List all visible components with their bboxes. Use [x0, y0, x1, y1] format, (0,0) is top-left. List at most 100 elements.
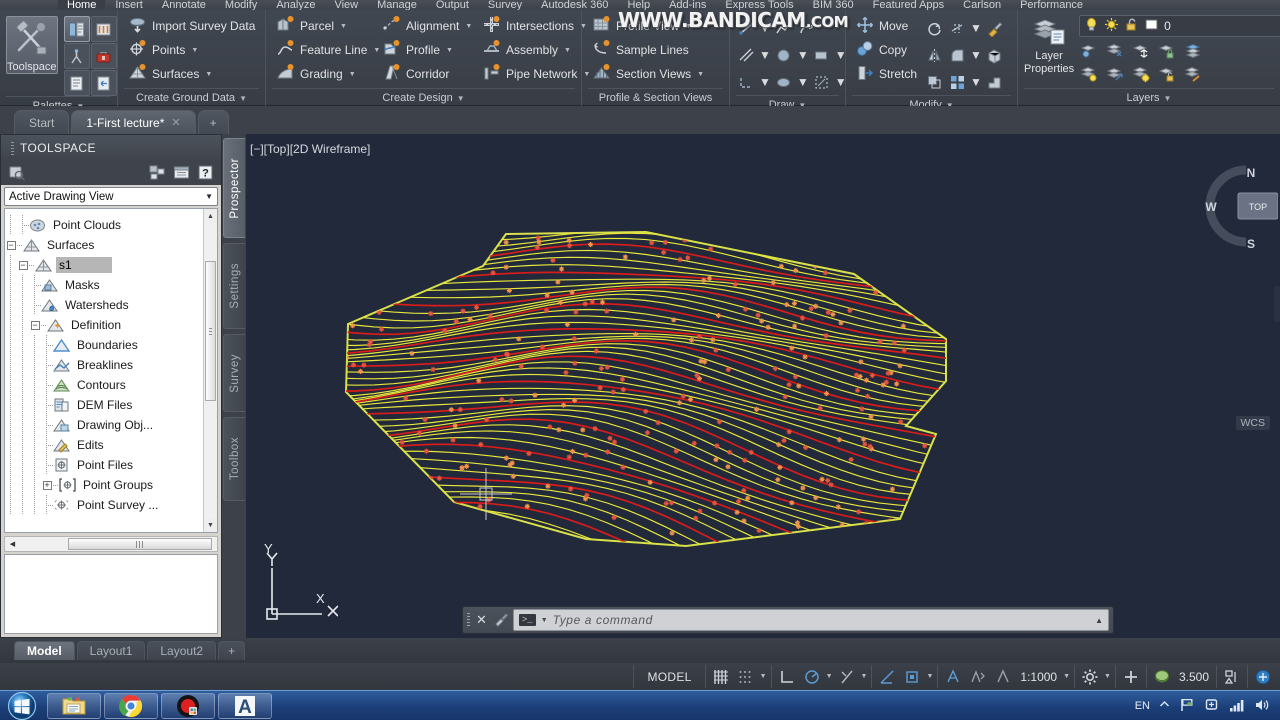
ortho-mode-icon[interactable]	[776, 666, 798, 687]
chevron-down-icon[interactable]: ▼	[835, 48, 847, 62]
toolspace-item-view-button[interactable]	[171, 164, 191, 183]
modify-row-1[interactable]: ▼	[924, 15, 1005, 41]
mirror-icon[interactable]	[924, 45, 944, 65]
grid-display-icon[interactable]	[710, 666, 732, 687]
gear-icon[interactable]	[1079, 666, 1101, 687]
ribbon-tab-performance[interactable]: Performance	[1011, 0, 1092, 10]
tree-item-drawing-obj[interactable]: Drawing Obj...	[5, 415, 217, 435]
tree-item-masks[interactable]: Masks	[5, 275, 217, 295]
toolspace-tab-survey[interactable]: Survey	[223, 334, 245, 412]
tree-item-s1[interactable]: − s1	[5, 255, 217, 275]
taskbar-item-google-chrome[interactable]	[104, 692, 158, 719]
fillet-icon[interactable]	[947, 45, 967, 65]
taskbar-item-windows-explorer[interactable]	[47, 692, 101, 719]
copy-button[interactable]: Copy	[852, 38, 921, 62]
3d-rotate-icon[interactable]	[985, 45, 1005, 65]
unlock-icon[interactable]	[1124, 17, 1139, 35]
lightbulb-icon[interactable]	[1084, 17, 1099, 35]
layer-turn-on-icon[interactable]	[1079, 63, 1099, 83]
tree-item-definition[interactable]: − Definition	[5, 315, 217, 335]
toolspace-tab-toolbox[interactable]: Toolbox	[223, 417, 245, 501]
pipe-network-button[interactable]: Pipe Network ▼	[478, 62, 590, 86]
ribbon-tab-annotate[interactable]: Annotate	[153, 0, 215, 10]
ribbon-tab-strip[interactable]: Home Insert Annotate Modify Analyze View…	[0, 0, 1280, 10]
chevron-down-icon[interactable]: ▼	[970, 21, 982, 35]
ribbon-tab-insert[interactable]: Insert	[106, 0, 152, 10]
tree-item-watersheds[interactable]: Watersheds	[5, 295, 217, 315]
polar-tracking-icon[interactable]	[801, 666, 823, 687]
show-hidden-icons-icon[interactable]	[1159, 699, 1170, 713]
tree-item-surfaces[interactable]: − Surfaces	[5, 235, 217, 255]
chevron-down-icon[interactable]: ▼	[970, 75, 982, 89]
command-line[interactable]: ✕ >_ ▼ Type a command ▲	[462, 606, 1114, 634]
tree-item-dem-files[interactable]: DEM Files	[5, 395, 217, 415]
language-indicator[interactable]: EN	[1135, 700, 1150, 712]
plus-icon[interactable]	[1120, 666, 1142, 687]
tab-layout2[interactable]: Layout2	[147, 641, 217, 660]
signal-bars-icon[interactable]	[1229, 698, 1245, 715]
toolspace-tree-scrollbar[interactable]: ▲ ▼	[203, 209, 217, 532]
points-button[interactable]: Points ▼	[124, 38, 259, 62]
chevron-down-icon[interactable]: ▼	[541, 617, 548, 624]
circle-icon[interactable]	[774, 45, 794, 65]
ribbon-tab-addins[interactable]: Add-ins	[660, 0, 715, 10]
status-lineweight-group[interactable]: 3.500	[1145, 665, 1216, 688]
navigation-bar[interactable]	[1274, 286, 1280, 322]
rectangle-icon[interactable]	[812, 45, 832, 65]
clean-screen-icon[interactable]	[1252, 666, 1274, 687]
ribbon-tab-featured-apps[interactable]: Featured Apps	[864, 0, 954, 10]
stretch-button[interactable]: Stretch	[852, 62, 921, 86]
object-snap-icon[interactable]	[876, 666, 898, 687]
layer-tools-row-2[interactable]	[1079, 63, 1280, 83]
scrollbar-thumb[interactable]	[205, 261, 216, 401]
extrude-icon[interactable]	[985, 72, 1005, 92]
chevron-down-icon[interactable]: ▼	[1063, 673, 1070, 680]
ribbon-tab-home[interactable]: Home	[58, 0, 106, 10]
ribbon-tab-survey[interactable]: Survey	[479, 0, 531, 10]
chevron-down-icon[interactable]: ▼	[797, 48, 809, 62]
ribbon-tab-manage[interactable]: Manage	[368, 0, 426, 10]
status-isolate-objects-group[interactable]	[1216, 665, 1247, 688]
status-annotation-group[interactable]: 1:1000 ▼	[937, 665, 1074, 688]
layer-merge-icon[interactable]	[1183, 63, 1203, 83]
tree-item-contours[interactable]: Contours	[5, 375, 217, 395]
object-snap-tracking-icon[interactable]	[836, 666, 858, 687]
snap-mode-icon[interactable]	[735, 666, 757, 687]
toolspace-tab-settings[interactable]: Settings	[223, 243, 245, 329]
drawing-tab-start[interactable]: Start	[14, 110, 70, 134]
tree-item-boundaries[interactable]: Boundaries	[5, 335, 217, 355]
match-properties-icon[interactable]	[985, 18, 1005, 38]
import-survey-data-button[interactable]: Import Survey Data	[124, 14, 259, 38]
modify-row-3[interactable]: ▼	[924, 69, 1005, 95]
layer-make-current-icon[interactable]	[1183, 40, 1203, 60]
draw-row-3[interactable]: ▼ ▼ ▼	[736, 69, 847, 95]
assembly-button[interactable]: Assembly ▼	[478, 38, 588, 62]
parcel-button[interactable]: Parcel ▼	[272, 14, 376, 38]
expand-icon[interactable]: +	[42, 480, 52, 490]
scroll-up-icon[interactable]: ▲	[204, 209, 217, 223]
chevron-down-icon[interactable]: ▼	[759, 21, 771, 35]
arc-icon[interactable]	[797, 18, 817, 38]
palette-mini-buttons[interactable]	[63, 16, 117, 96]
ribbon-tab-bim360[interactable]: BIM 360	[804, 0, 863, 10]
layer-off-icon[interactable]	[1105, 40, 1125, 60]
ribbon-tab-carlson[interactable]: Carlson	[954, 0, 1010, 10]
ribbon-tab-modify[interactable]: Modify	[216, 0, 266, 10]
layer-lock-icon[interactable]	[1157, 40, 1177, 60]
tree-item-point-groups[interactable]: + Point Groups	[5, 475, 217, 495]
polyline-icon[interactable]	[774, 18, 794, 38]
surface-contour-drawing[interactable]	[246, 134, 1280, 638]
tab-model[interactable]: Model	[14, 641, 75, 660]
drawing-canvas[interactable]: [−][Top][2D Wireframe] Y X TOP N W S WCS	[246, 134, 1280, 638]
status-workspace-group[interactable]: ▼	[1074, 665, 1115, 688]
tree-item-breaklines[interactable]: Breaklines	[5, 355, 217, 375]
autoscale-annotation-icon[interactable]	[967, 666, 989, 687]
tab-layout1[interactable]: Layout1	[76, 641, 146, 660]
panel-label-profile-section-views[interactable]: Profile & Section Views	[588, 88, 723, 106]
intersections-button[interactable]: Intersections ▼	[478, 14, 588, 38]
drag-grip-icon[interactable]	[467, 613, 470, 627]
toolspace-preview-button[interactable]	[7, 164, 27, 183]
tree-item-point-survey[interactable]: Point Survey ...	[5, 495, 217, 515]
hscrollbar-thumb[interactable]	[68, 538, 212, 550]
polyline-edit-icon[interactable]	[736, 72, 756, 92]
